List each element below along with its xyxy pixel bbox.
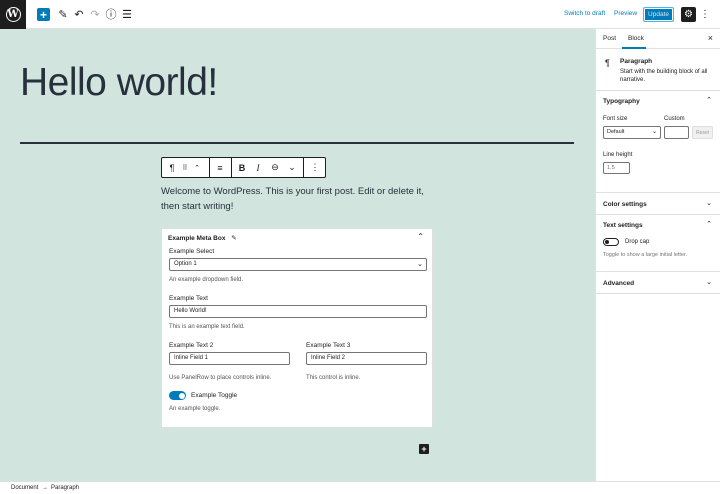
tab-block[interactable]: Block	[628, 35, 644, 42]
preview-button[interactable]: Preview	[614, 10, 637, 17]
paragraph-icon[interactable]: ¶	[164, 158, 180, 177]
example-meta-box: Example Meta Box ✎ ⌃ Example Select Opti…	[161, 228, 433, 428]
undo-icon[interactable]: ↶	[72, 7, 86, 21]
breadcrumb-document[interactable]: Document	[11, 485, 38, 491]
meta-box-title-text: Example Meta Box	[168, 235, 226, 242]
breadcrumb-paragraph[interactable]: Paragraph	[51, 485, 79, 491]
toolbar-divider	[303, 158, 304, 177]
toolbar-divider	[231, 158, 232, 177]
block-toolbar: ¶ ⠿ ⌃ ≡ B I ⊖ ⌄ ⋮	[161, 157, 326, 178]
line-height-label: Line height	[603, 152, 633, 158]
typography-panel-toggle[interactable]: Typography	[603, 98, 640, 105]
panel-divider	[596, 271, 720, 272]
chevron-up-icon[interactable]: ⌃	[706, 96, 712, 104]
font-size-label: Font size	[603, 116, 628, 122]
panel-divider	[596, 192, 720, 193]
paragraph-block-icon: ¶	[605, 58, 610, 68]
redo-icon[interactable]: ↷	[88, 7, 102, 21]
link-icon[interactable]: ⊖	[268, 158, 282, 177]
panel-divider	[596, 214, 720, 215]
example-text-2-label: Example Text 2	[169, 342, 214, 349]
example-select-help: An example dropdown field.	[169, 277, 244, 283]
example-select-label: Example Select	[169, 248, 215, 255]
text-settings-panel-toggle[interactable]: Text settings	[603, 222, 643, 229]
drop-cap-toggle[interactable]	[603, 238, 619, 246]
bold-button[interactable]: B	[236, 158, 248, 177]
font-size-select[interactable]: Default ⌄	[603, 126, 661, 139]
drop-cap-help: Toggle to show a large initial letter.	[603, 252, 688, 258]
active-tab-indicator	[622, 47, 646, 49]
post-title[interactable]: Hello world!	[20, 61, 218, 105]
chevron-down-icon[interactable]: ⌄	[706, 278, 712, 286]
font-size-select-value: Default	[607, 129, 625, 135]
update-button[interactable]: Update	[643, 7, 674, 22]
wordpress-logo-icon[interactable]: W	[0, 0, 26, 29]
tab-post[interactable]: Post	[603, 35, 616, 42]
settings-sidebar: Post Block × ¶ Paragraph Start with the …	[595, 29, 720, 481]
example-text-3-label: Example Text 3	[306, 342, 351, 349]
sidebar-tabs: Post Block ×	[596, 29, 720, 49]
color-settings-panel-toggle[interactable]: Color settings	[603, 201, 647, 208]
chevron-up-icon[interactable]: ⌃	[417, 232, 424, 241]
example-text-2-input[interactable]: Inline Field 1	[169, 352, 290, 365]
panel-divider	[596, 293, 720, 294]
example-text-2-help: Use PanelRow to place controls inline.	[169, 375, 272, 381]
example-text-3-help: This control is inline.	[306, 375, 361, 381]
panel-divider	[596, 90, 720, 91]
example-toggle-label: Example Toggle	[191, 392, 238, 399]
more-options-icon[interactable]: ⋮	[700, 7, 710, 22]
example-text-3-input[interactable]: Inline Field 2	[306, 352, 427, 365]
chevron-down-icon[interactable]: ⌄	[706, 199, 712, 207]
info-icon[interactable]: ⓘ	[104, 7, 118, 21]
example-toggle[interactable]	[169, 391, 186, 400]
toolbar-divider	[209, 158, 210, 177]
example-text-help: This is an example text field.	[169, 324, 245, 330]
chevron-down-icon: ⌄	[417, 261, 423, 268]
chevron-down-icon: ⌄	[651, 129, 657, 135]
switch-to-draft-button[interactable]: Switch to draft	[564, 10, 605, 17]
custom-font-size-input[interactable]	[664, 126, 689, 139]
example-select-value: Option 1	[174, 261, 197, 267]
line-height-input[interactable]: 1.5	[603, 162, 630, 174]
close-icon[interactable]: ×	[708, 33, 713, 43]
settings-gear-icon[interactable]: ⚙	[681, 7, 696, 22]
editor-canvas: Hello world! ¶ ⠿ ⌃ ≡ B I ⊖ ⌄ ⋮ Welcome t…	[0, 29, 595, 481]
editor-header: W + ✎ ↶ ↷ ⓘ ☰ Switch to draft Preview Up…	[0, 0, 720, 29]
wordpress-logo-glyph: W	[5, 7, 21, 22]
move-up-down-icon[interactable]: ⌃	[192, 158, 202, 177]
edit-icon[interactable]: ✎	[56, 7, 70, 21]
example-select[interactable]: Option 1 ⌄	[169, 258, 427, 271]
paragraph-block[interactable]: Welcome to WordPress. This is your first…	[161, 184, 436, 214]
breadcrumb-separator: →	[42, 485, 48, 491]
custom-size-label: Custom	[664, 116, 685, 122]
block-inserter-button[interactable]: +	[419, 444, 429, 454]
example-text-label: Example Text	[169, 295, 208, 302]
block-options-icon[interactable]: ⋮	[308, 158, 322, 177]
block-breadcrumb: Document → Paragraph	[0, 481, 720, 494]
align-icon[interactable]: ≡	[213, 158, 227, 177]
meta-box-title[interactable]: Example Meta Box ✎	[168, 234, 237, 242]
megaphone-icon: ✎	[231, 235, 237, 242]
drag-handle-icon[interactable]: ⠿	[180, 158, 190, 177]
drop-cap-label: Drop cap	[625, 239, 650, 245]
chevron-up-icon[interactable]: ⌃	[706, 220, 712, 228]
reset-font-size-button[interactable]: Reset	[692, 126, 713, 139]
example-toggle-help: An example toggle.	[169, 406, 221, 412]
block-card-description: Start with the building block of all nar…	[620, 69, 708, 83]
block-card-title: Paragraph	[620, 58, 653, 65]
italic-button[interactable]: I	[252, 158, 264, 177]
separator-block[interactable]	[20, 142, 574, 144]
list-view-icon[interactable]: ☰	[120, 7, 134, 21]
chevron-down-icon[interactable]: ⌄	[286, 158, 298, 177]
example-text-input[interactable]: Hello World!	[169, 305, 427, 318]
advanced-panel-toggle[interactable]: Advanced	[603, 280, 634, 287]
add-block-button[interactable]: +	[37, 8, 50, 21]
